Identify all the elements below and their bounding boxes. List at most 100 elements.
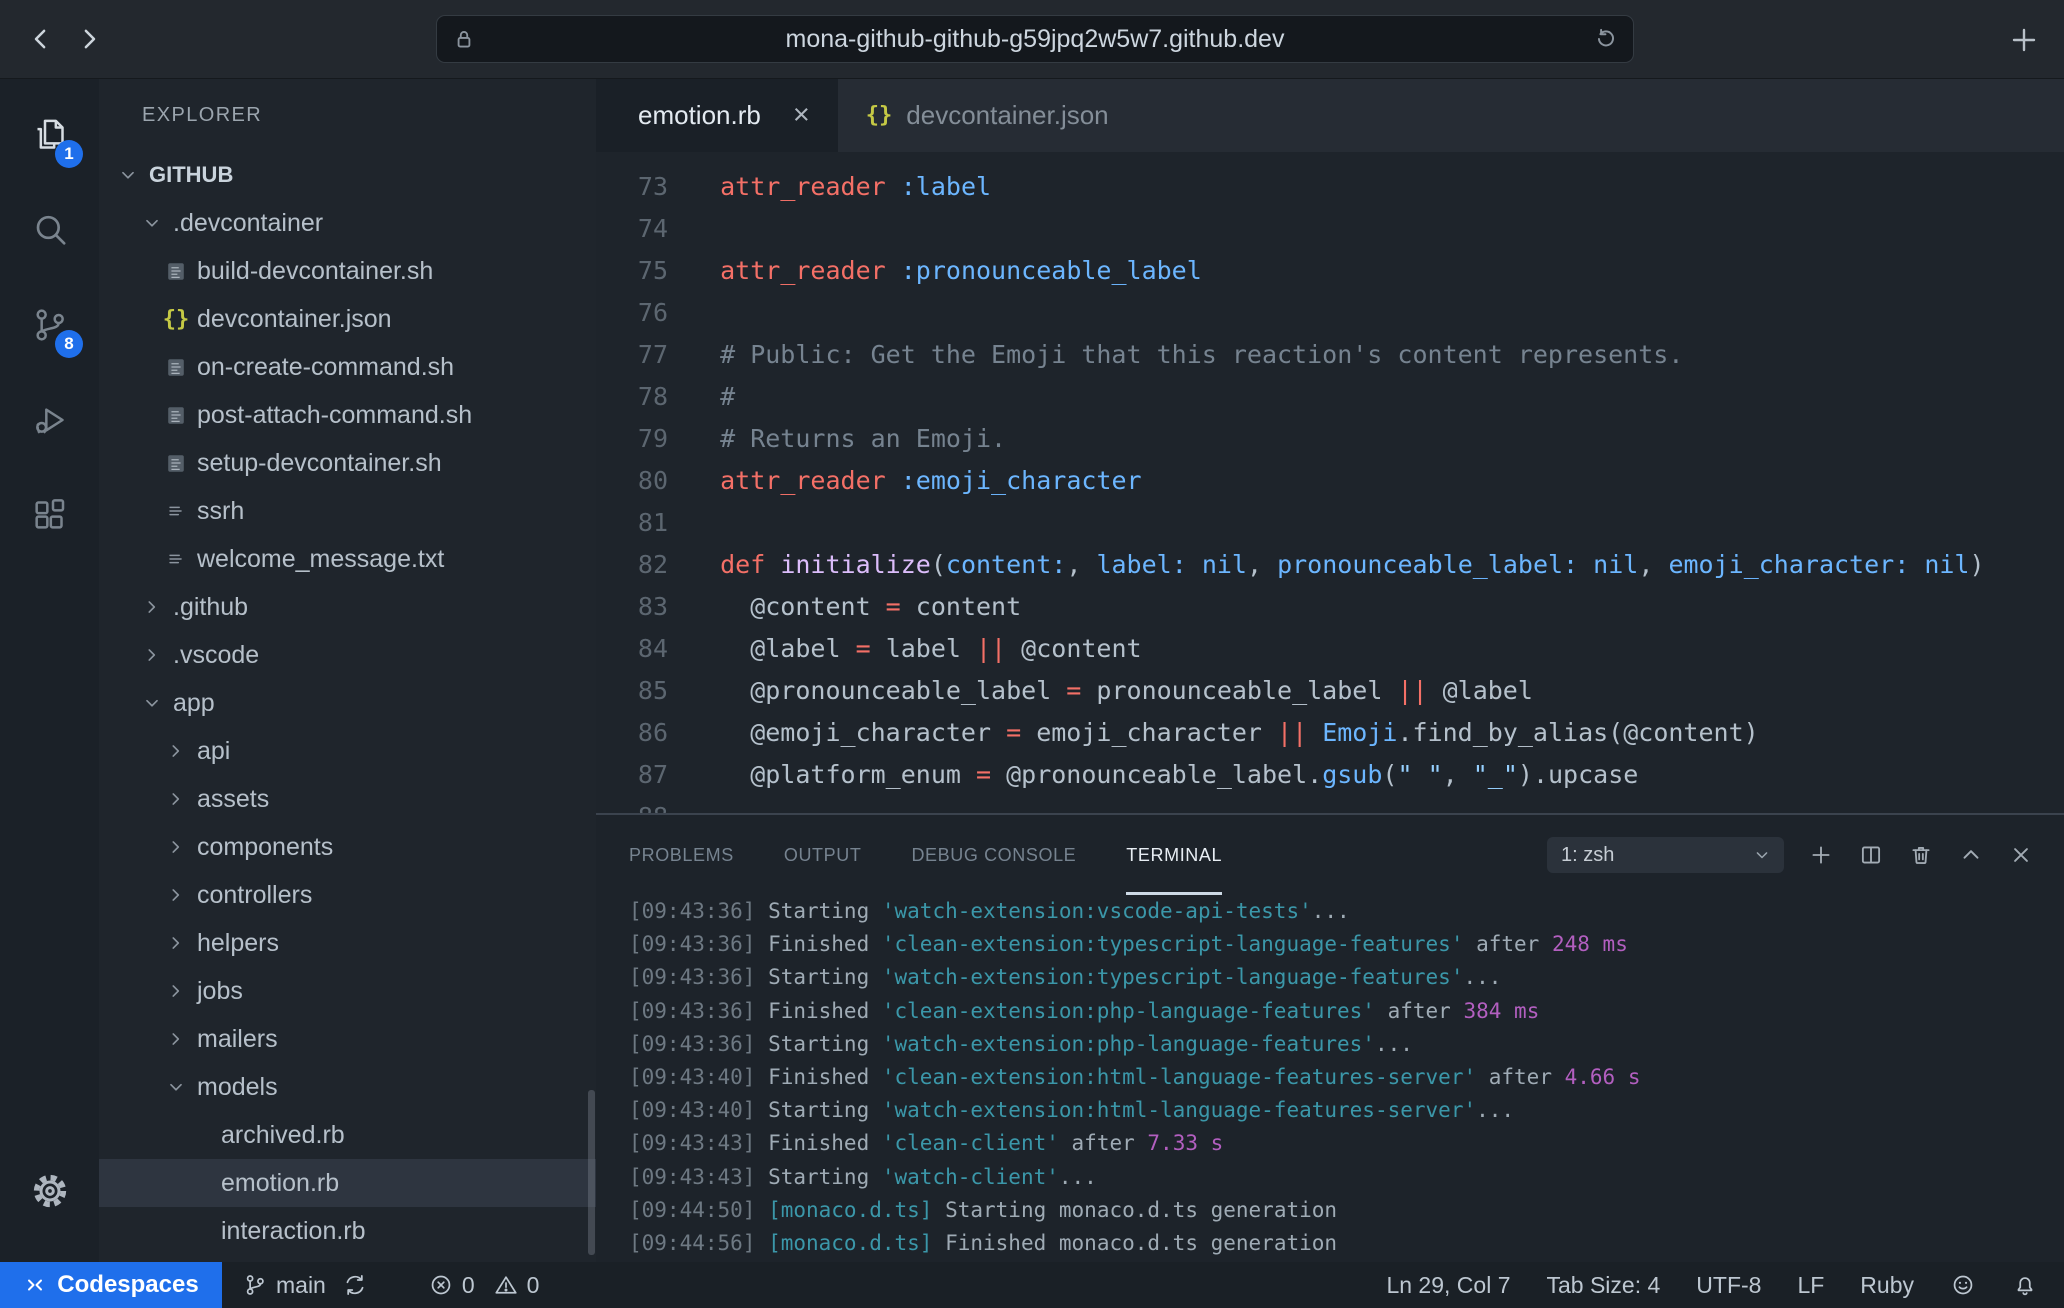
tree-item-label: mailers [197,1025,278,1054]
tree-item-controllers[interactable]: controllers [99,871,596,919]
shell-file-icon [165,260,187,282]
tree-item--devcontainer[interactable]: .devcontainer [99,199,596,247]
tree-item-helpers[interactable]: helpers [99,919,596,967]
tree-item-archived-rb[interactable]: archived.rb [99,1111,596,1159]
activity-item-source-control[interactable]: 8 [0,277,99,372]
close-panel-icon[interactable] [2008,842,2034,868]
chevron-right-icon [165,884,187,906]
chevron-right-icon [141,596,163,618]
tree-item-label: api [197,737,230,766]
problems-indicator[interactable]: 0 0 [428,1272,540,1299]
warning-count: 0 [527,1272,540,1299]
terminal-line: [09:43:36] Finished 'clean-extension:typ… [629,928,2064,961]
code-line-79: 79 # Returns an Emoji. [596,418,2064,460]
browser-back-icon[interactable] [26,24,56,54]
browser-forward-icon[interactable] [74,24,104,54]
line-number: 78 [596,376,668,418]
eol-setting[interactable]: LF [1797,1272,1824,1299]
terminal-line: [09:43:36] Finished 'clean-extension:php… [629,995,2064,1028]
code-line-77: 77 # Public: Get the Emoji that this rea… [596,334,2064,376]
activity-item-extensions[interactable] [0,467,99,562]
tree-item-label: setup-devcontainer.sh [197,449,442,478]
new-tab-button[interactable] [2008,24,2040,56]
tree-item-app[interactable]: app [99,679,596,727]
refresh-icon[interactable] [1593,26,1619,52]
error-count: 0 [462,1272,475,1299]
panel-tab-terminal[interactable]: TERMINAL [1126,815,1222,895]
code-editor[interactable]: 73 attr_reader :label7475 attr_reader :p… [596,152,2064,813]
tree-item-setup-devcontainer-sh[interactable]: setup-devcontainer.sh [99,439,596,487]
tree-item-github[interactable]: GITHUB [99,151,596,199]
chevron-right-icon [165,980,187,1002]
code-line-81: 81 [596,502,2064,544]
remote-indicator[interactable]: Codespaces [0,1262,222,1308]
tree-item--github[interactable]: .github [99,583,596,631]
tree-item-mailers[interactable]: mailers [99,1015,596,1063]
chevron-down-icon [165,1076,187,1098]
notifications-bell-icon[interactable] [2012,1272,2038,1298]
line-number: 75 [596,250,668,292]
tree-item-label: emotion.rb [221,1169,339,1198]
panel-tabs: PROBLEMS OUTPUT DEBUG CONSOLE TERMINAL [629,815,1222,895]
codespaces-browser-window: mona-github-github-g59jpq2w5w7.github.de… [0,0,2064,1308]
editor-tab-bar: emotion.rb×{}devcontainer.json [596,79,2064,152]
terminal-output[interactable]: [09:43:36] Starting 'watch-extension:vsc… [596,895,2064,1262]
sync-icon [342,1272,368,1298]
tree-item-welcome-message-txt[interactable]: welcome_message.txt [99,535,596,583]
language-mode[interactable]: Ruby [1860,1272,1914,1299]
maximize-panel-icon[interactable] [1958,842,1984,868]
feedback-smiley-icon[interactable] [1950,1272,1976,1298]
address-bar[interactable]: mona-github-github-g59jpq2w5w7.github.de… [436,15,1634,63]
split-terminal-icon[interactable] [1858,842,1884,868]
branch-indicator[interactable]: main [242,1272,326,1299]
warning-icon [493,1272,519,1298]
line-number: 80 [596,460,668,502]
chevron-right-icon [165,932,187,954]
chevron-right-icon [165,788,187,810]
line-number: 84 [596,628,668,670]
kill-terminal-icon[interactable] [1908,842,1934,868]
new-terminal-icon[interactable] [1808,842,1834,868]
tree-item-devcontainer-json[interactable]: {}devcontainer.json [99,295,596,343]
editor-tab-emotion-rb[interactable]: emotion.rb× [596,79,838,152]
activity-item-search[interactable] [0,182,99,277]
tree-item-assets[interactable]: assets [99,775,596,823]
terminal-picker-dropdown[interactable]: 1: zsh [1547,837,1784,873]
tree-item-interaction-rb[interactable]: interaction.rb [99,1207,596,1255]
tree-item-components[interactable]: components [99,823,596,871]
activity-item-explorer[interactable]: 1 [0,87,99,182]
encoding-setting[interactable]: UTF-8 [1696,1272,1761,1299]
tree-item-jobs[interactable]: jobs [99,967,596,1015]
activity-badge: 8 [55,330,83,358]
code-line-82: 82 def initialize(content:, label: nil, … [596,544,2064,586]
tree-item-build-devcontainer-sh[interactable]: build-devcontainer.sh [99,247,596,295]
url-text: mona-github-github-g59jpq2w5w7.github.de… [477,25,1593,54]
tree-item--vscode[interactable]: .vscode [99,631,596,679]
text-file-icon [165,548,187,570]
tree-item-models[interactable]: models [99,1063,596,1111]
sync-button[interactable] [342,1272,368,1298]
panel-tab-output[interactable]: OUTPUT [784,815,862,895]
tree-item-ssrh[interactable]: ssrh [99,487,596,535]
close-tab-icon[interactable]: × [793,99,810,132]
tree-item-post-attach-command-sh[interactable]: post-attach-command.sh [99,391,596,439]
tree-item-on-create-command-sh[interactable]: on-create-command.sh [99,343,596,391]
terminal-line: [09:43:43] Finished 'clean-client' after… [629,1127,2064,1160]
panel-tab-problems[interactable]: PROBLEMS [629,815,734,895]
terminal-line: [09:43:40] Starting 'watch-extension:htm… [629,1094,2064,1127]
editor-tab-devcontainer-json[interactable]: {}devcontainer.json [838,79,1137,152]
panel-tab-debug-console[interactable]: DEBUG CONSOLE [911,815,1076,895]
chevron-down-icon [141,692,163,714]
chevron-down-icon [141,212,163,234]
bottom-panel: PROBLEMS OUTPUT DEBUG CONSOLE TERMINAL 1: z… [596,813,2064,1262]
json-file-icon: {} [866,103,893,128]
activity-item-run-debug[interactable] [0,372,99,467]
indentation-setting[interactable]: Tab Size: 4 [1546,1272,1660,1299]
sidebar-scrollbar[interactable] [588,1090,595,1255]
search-icon [30,210,70,250]
settings-gear-button[interactable] [0,1143,99,1238]
tree-item-emotion-rb[interactable]: emotion.rb [99,1159,596,1207]
tree-item-api[interactable]: api [99,727,596,775]
cursor-position[interactable]: Ln 29, Col 7 [1386,1272,1510,1299]
tree-item-label: components [197,833,333,862]
